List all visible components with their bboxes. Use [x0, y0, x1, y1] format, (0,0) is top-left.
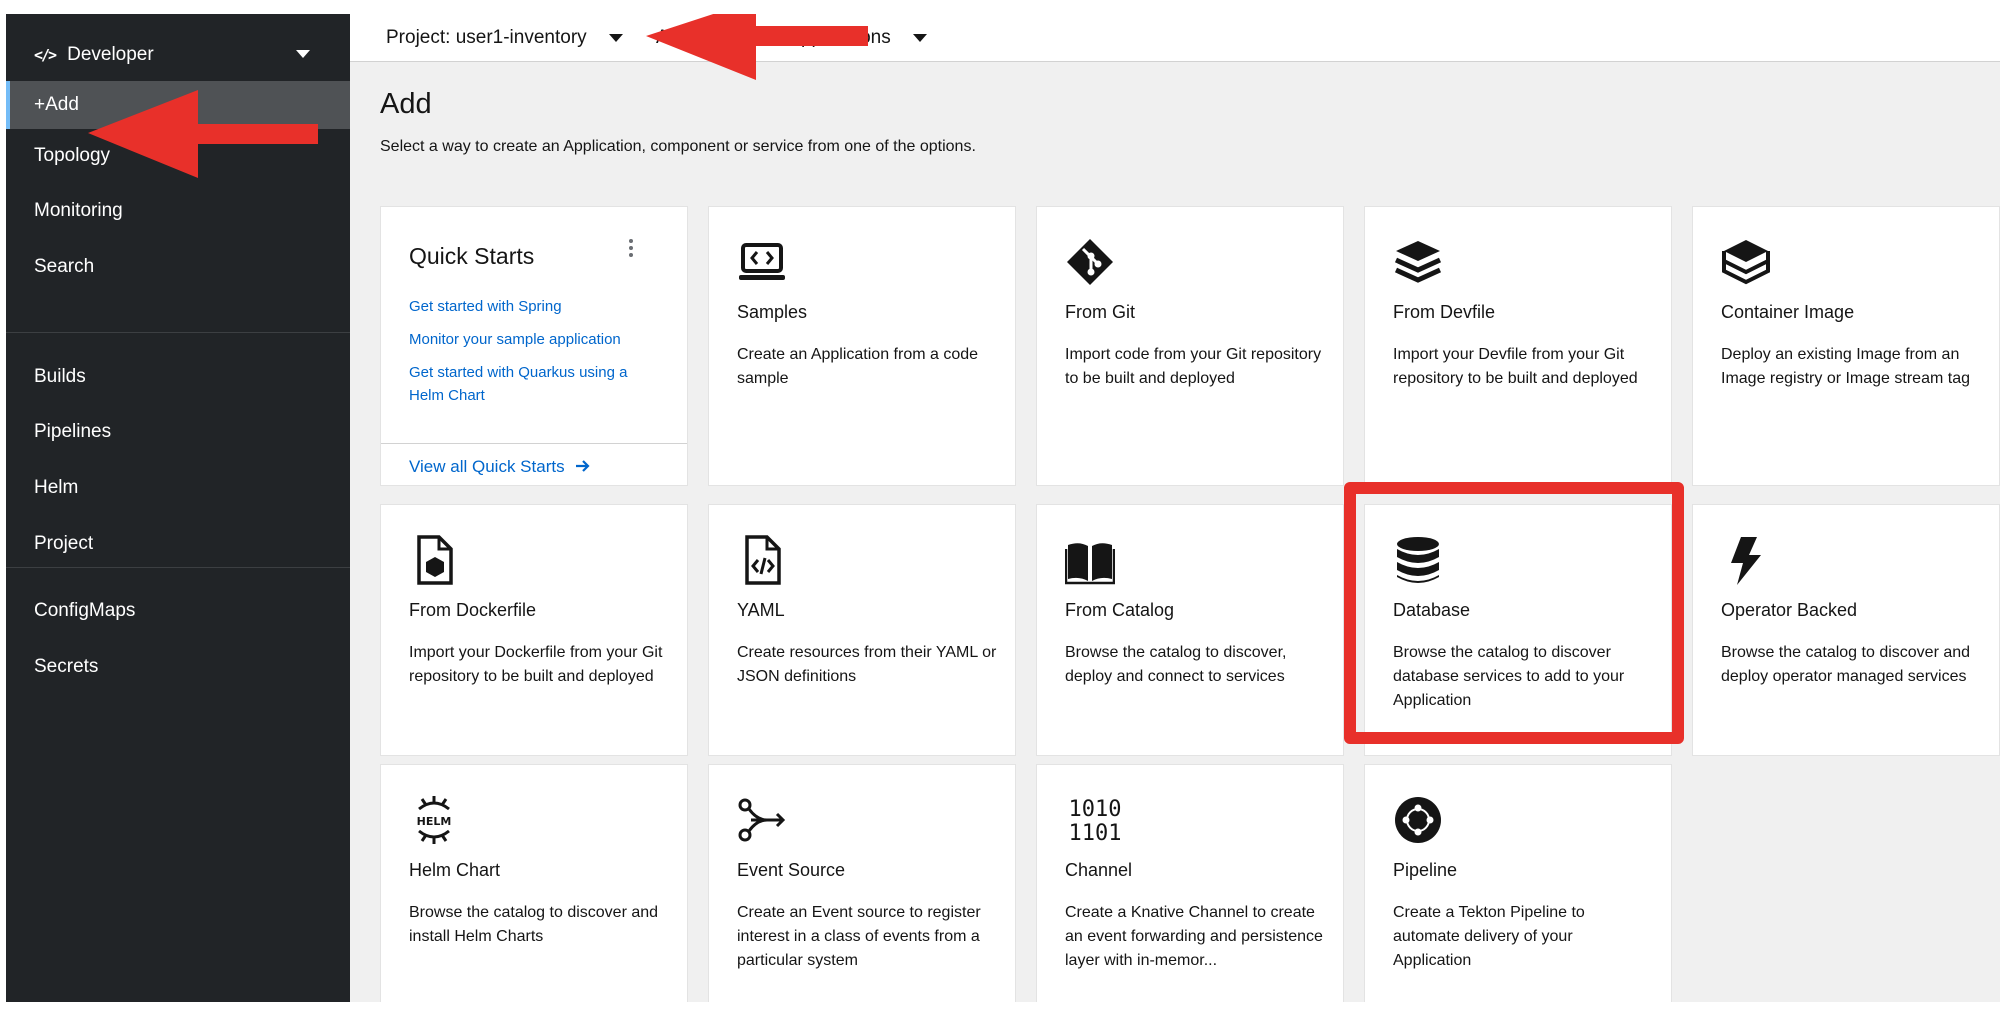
card-samples[interactable]: Samples Create an Application from a cod… — [708, 206, 1016, 486]
container-layers-icon — [1722, 240, 1770, 285]
sidebar-item-secrets[interactable]: Secrets — [6, 643, 350, 691]
layers-icon — [1394, 241, 1442, 283]
card-from-git[interactable]: From Git Import code from your Git repos… — [1036, 206, 1344, 486]
sidebar-item-label: +Add — [34, 94, 79, 115]
card-title: Event Source — [737, 860, 846, 880]
card-title: From Catalog — [1065, 600, 1175, 620]
caret-down-icon — [912, 34, 927, 42]
sidebar-item-label: Pipelines — [34, 421, 112, 442]
card-yaml[interactable]: YAML Create resources from their YAML or… — [708, 504, 1016, 756]
card-description: Browse the catalog to discover and deplo… — [1721, 644, 1971, 685]
svg-text:HELM: HELM — [417, 815, 452, 828]
helm-icon: HELM — [417, 796, 452, 844]
openshift-console: </> Developer +Add Topology Monitoring S… — [6, 14, 2000, 1002]
caret-down-icon — [296, 50, 310, 58]
card-description: Import code from your Git repository to … — [1065, 346, 1322, 387]
quick-start-link[interactable]: Monitor your sample application — [409, 328, 659, 351]
card-description: Deploy an existing Image from an Image r… — [1721, 346, 1970, 387]
sidebar-item-pipelines[interactable]: Pipelines — [6, 408, 350, 456]
sidebar-item-monitoring[interactable]: Monitoring — [6, 187, 350, 235]
card-title: YAML — [737, 600, 785, 620]
quick-starts-card: Quick Starts Get started with Spring Mon… — [380, 206, 688, 486]
card-from-dockerfile[interactable]: From Dockerfile Import your Dockerfile f… — [380, 504, 688, 756]
caret-down-icon — [608, 34, 623, 42]
svg-text:1101: 1101 — [1069, 821, 1122, 845]
project-label: Project: user1-inventory — [386, 27, 587, 48]
book-icon — [1065, 543, 1115, 585]
sidebar-item-configmaps[interactable]: ConfigMaps — [6, 587, 350, 635]
card-description: Create a Tekton Pipeline to automate del… — [1393, 904, 1585, 969]
card-event-source[interactable]: Event Source Create an Event source to r… — [708, 764, 1016, 1002]
project-dropdown[interactable]: Project: user1-inventory — [386, 14, 623, 62]
card-helm-chart[interactable]: HELM Helm Chart Browse the catalog to di… — [380, 764, 688, 1002]
arrow-right-icon — [576, 460, 590, 472]
card-description: Create resources from their YAML or JSON… — [737, 644, 997, 685]
quick-start-link[interactable]: Get started with Spring — [409, 295, 659, 318]
card-title: Container Image — [1721, 302, 1855, 322]
card-operator-backed[interactable]: Operator Backed Browse the catalog to di… — [1692, 504, 2000, 756]
sidebar-item-label: Secrets — [34, 656, 99, 677]
git-icon — [1067, 239, 1113, 285]
card-title: Pipeline — [1393, 860, 1458, 880]
binary-icon: 1010 1101 — [1069, 797, 1122, 845]
card-from-devfile[interactable]: From Devfile Import your Devfile from yo… — [1364, 206, 1672, 486]
card-divider — [381, 443, 687, 444]
sidebar-item-search[interactable]: Search — [6, 243, 350, 291]
card-from-catalog[interactable]: From Catalog Browse the catalog to disco… — [1036, 504, 1344, 756]
sidebar-item-label: ConfigMaps — [34, 600, 136, 621]
sidebar-item-label: Builds — [34, 366, 86, 387]
card-title: From Dockerfile — [409, 600, 537, 620]
quick-start-link[interactable]: Get started with Quarkus using a Helm Ch… — [409, 361, 659, 407]
event-source-icon — [738, 798, 786, 842]
perspective-label: Developer — [67, 43, 154, 65]
annotation-arrow-left-icon — [646, 14, 868, 80]
sidebar-item-label: Search — [34, 256, 95, 277]
sidebar-divider — [6, 332, 350, 333]
page-title: Add — [380, 88, 432, 120]
card-title: Operator Backed — [1721, 600, 1858, 620]
file-code-icon — [745, 535, 781, 585]
pipeline-icon — [1395, 797, 1441, 843]
sidebar-item-builds[interactable]: Builds — [6, 353, 350, 401]
card-description: Import your Devfile from your Git reposi… — [1393, 346, 1638, 387]
sidebar-divider — [6, 567, 350, 568]
card-description: Create a Knative Channel to create an ev… — [1065, 904, 1323, 969]
dockerfile-icon — [417, 535, 453, 585]
kebab-menu-icon[interactable] — [621, 237, 641, 261]
sidebar-item-helm[interactable]: Helm — [6, 464, 350, 512]
sidebar-item-label: Monitoring — [34, 200, 123, 221]
card-title: From Devfile — [1393, 302, 1496, 322]
context-bar: Project: user1-inventory A ll applicatio… — [350, 14, 2000, 62]
card-title: From Git — [1065, 302, 1135, 322]
card-container-image[interactable]: Container Image Deploy an existing Image… — [1692, 206, 2000, 486]
quick-starts-title: Quick Starts — [409, 243, 535, 269]
annotation-arrow-left-icon — [88, 90, 318, 178]
page-description: Select a way to create an Application, c… — [380, 138, 976, 155]
sidebar-item-label: Project — [34, 533, 94, 554]
svg-text:1010: 1010 — [1069, 797, 1122, 822]
card-channel[interactable]: 1010 1101 Channel Create a Knative Chann… — [1036, 764, 1344, 1002]
card-description: Import your Dockerfile from your Git rep… — [409, 644, 663, 685]
card-description: Browse the catalog to discover, deploy a… — [1065, 644, 1287, 685]
card-description: Create an Application from a code sample — [737, 346, 979, 387]
view-all-quick-starts-link[interactable]: View all Quick Starts — [409, 457, 591, 477]
code-icon: </> — [34, 45, 57, 64]
card-title: Helm Chart — [409, 860, 501, 880]
card-pipeline[interactable]: Pipeline Create a Tekton Pipeline to aut… — [1364, 764, 1672, 1002]
sidebar-item-label: Helm — [34, 477, 79, 498]
card-description: Create an Event source to register inter… — [737, 904, 981, 969]
card-description: Browse the catalog to discover and insta… — [409, 904, 659, 945]
bolt-icon — [1731, 537, 1761, 585]
card-title: Channel — [1065, 860, 1133, 880]
card-title: Samples — [737, 302, 808, 322]
sidebar-item-project[interactable]: Project — [6, 520, 350, 568]
laptop-code-icon — [739, 243, 785, 280]
annotation-highlight-box — [1344, 482, 1684, 744]
